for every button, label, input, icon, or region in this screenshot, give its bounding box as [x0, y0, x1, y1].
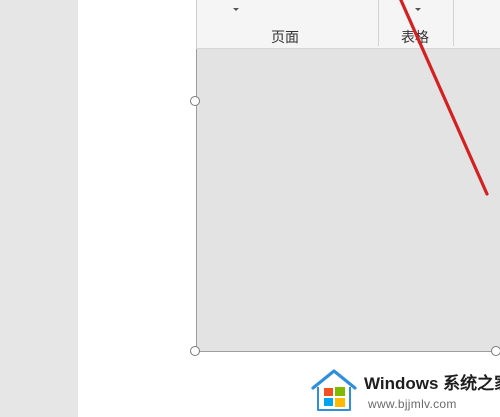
ribbon-group-divider [378, 0, 379, 46]
watermark-title: Windows 系统之家 [364, 374, 500, 393]
pages-dropdown-arrow-icon[interactable] [233, 8, 239, 11]
document-canvas: 页面 表格 Windows 系统之家 www.bjjmlv.com [0, 0, 500, 417]
ribbon-group-label-table: 表格 [401, 30, 429, 46]
site-watermark: Windows 系统之家 www.bjjmlv.com [310, 366, 500, 414]
resize-handle-bottom-left[interactable] [190, 346, 200, 356]
resize-handle-bottom-right[interactable] [491, 346, 500, 356]
selected-image-area[interactable] [196, 49, 500, 352]
ribbon-group-label-pages: 页面 [271, 30, 299, 46]
ribbon-group-divider [453, 0, 454, 46]
table-dropdown-arrow-icon[interactable] [415, 8, 421, 11]
watermark-url: www.bjjmlv.com [368, 397, 457, 411]
ribbon-insert-panel: 页面 表格 [196, 0, 500, 49]
resize-handle-left[interactable] [190, 96, 200, 106]
windows-house-logo-icon [311, 369, 357, 411]
